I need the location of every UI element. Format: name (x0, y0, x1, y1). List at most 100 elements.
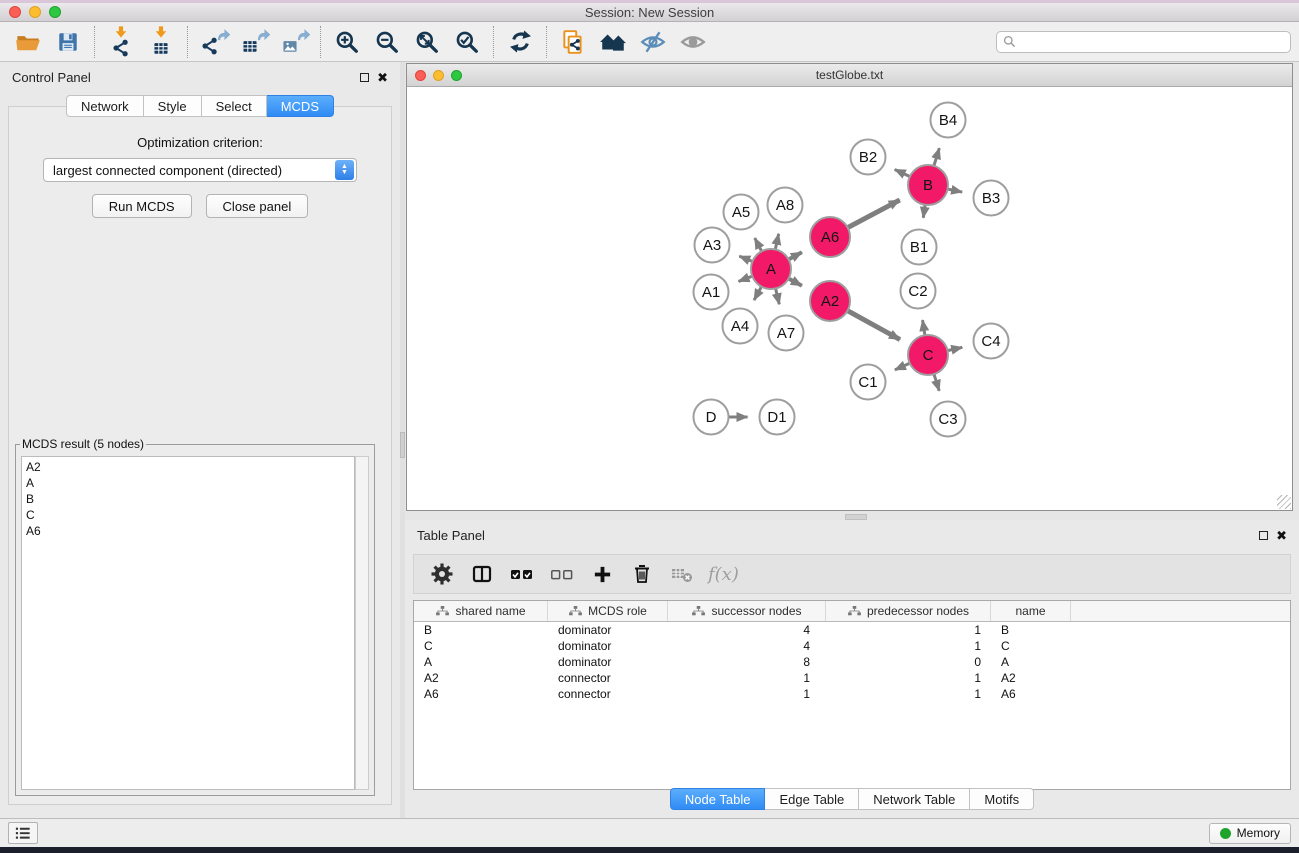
graph-node-label: B2 (859, 149, 877, 166)
zoom-selected-button[interactable] (447, 25, 487, 59)
table-cell: A6 (414, 687, 548, 701)
table-cell: A (414, 655, 548, 669)
hide-details-button[interactable] (633, 25, 673, 59)
sort-column-icon (435, 605, 450, 617)
tab-select[interactable]: Select (202, 95, 267, 117)
column-header-name[interactable]: name (991, 601, 1071, 621)
result-item[interactable]: B (26, 491, 354, 507)
mcds-result-list[interactable]: A2ABCA6 (21, 456, 355, 790)
graph-node-label: D (706, 409, 717, 426)
window-resize-grip[interactable] (1277, 495, 1291, 509)
network-window-titlebar[interactable]: testGlobe.txt (407, 64, 1292, 87)
column-header-shared-name[interactable]: shared name (414, 601, 548, 621)
float-panel-icon[interactable] (360, 73, 369, 82)
zoom-in-button[interactable] (327, 25, 367, 59)
app-title: Session: New Session (0, 5, 1299, 20)
graph-node-label: A2 (821, 293, 839, 310)
export-network-button[interactable] (194, 25, 234, 59)
export-table-button[interactable] (234, 25, 274, 59)
graph-node-label: C2 (908, 283, 927, 300)
network-canvas[interactable]: B4B2BB3A8A5A6A3B1AA1C2A2A4A7C4CC1C3DD1 (407, 87, 1292, 510)
float-table-panel-icon[interactable] (1259, 531, 1268, 540)
graph-node-label: B (923, 177, 933, 194)
function-builder-button[interactable]: f(x) (708, 564, 739, 585)
network-graph[interactable]: B4B2BB3A8A5A6A3B1AA1C2A2A4A7C4CC1C3DD1 (407, 87, 1292, 510)
delete-column-button[interactable] (624, 558, 660, 590)
tab-style[interactable]: Style (144, 95, 202, 117)
result-item[interactable]: A (26, 475, 354, 491)
result-item[interactable]: C (26, 507, 354, 523)
memory-status-icon (1220, 828, 1231, 839)
main-toolbar (0, 22, 1299, 62)
desktop-wallpaper-strip-bottom (0, 847, 1299, 853)
import-network-button[interactable] (101, 25, 141, 59)
table-cell: 1 (826, 687, 991, 701)
node-table[interactable]: shared nameMCDS rolesuccessor nodesprede… (413, 600, 1291, 790)
close-panel-button[interactable]: Close panel (206, 194, 309, 218)
close-table-panel-icon[interactable]: ✖ (1276, 531, 1287, 540)
show-column-button[interactable] (464, 558, 500, 590)
table-cell: connector (548, 671, 668, 685)
table-row[interactable]: Adominator80A (414, 654, 1290, 670)
delete-table-button[interactable] (664, 558, 700, 590)
tab-network-table[interactable]: Network Table (859, 788, 970, 810)
refresh-view-button[interactable] (500, 25, 540, 59)
table-header-row[interactable]: shared nameMCDS rolesuccessor nodesprede… (414, 601, 1290, 622)
column-header-MCDS-role[interactable]: MCDS role (548, 601, 668, 621)
table-cell: 1 (826, 671, 991, 685)
table-cell: 4 (668, 623, 826, 637)
deselect-all-button[interactable] (544, 558, 580, 590)
open-session-button[interactable] (8, 25, 48, 59)
toolbar-separator (320, 26, 321, 58)
run-mcds-button[interactable]: Run MCDS (92, 194, 192, 218)
column-header-predecessor-nodes[interactable]: predecessor nodes (826, 601, 991, 621)
graph-node-label: A6 (821, 229, 839, 246)
show-panels-list-button[interactable] (8, 822, 38, 844)
sort-column-icon (568, 605, 583, 617)
criterion-dropdown[interactable]: largest connected component (directed) ▲… (43, 158, 357, 182)
tab-edge-table[interactable]: Edge Table (765, 788, 859, 810)
new-network-from-selection-button[interactable] (553, 25, 593, 59)
import-table-button[interactable] (141, 25, 181, 59)
app-titlebar[interactable]: Session: New Session (0, 3, 1299, 22)
table-tabs: Node TableEdge TableNetwork TableMotifs (405, 788, 1299, 810)
tab-motifs[interactable]: Motifs (970, 788, 1034, 810)
memory-label: Memory (1237, 826, 1280, 840)
zoom-out-button[interactable] (367, 25, 407, 59)
search-field[interactable] (996, 31, 1291, 53)
network-window-title: testGlobe.txt (407, 68, 1292, 82)
memory-button[interactable]: Memory (1209, 823, 1291, 844)
table-settings-button[interactable] (424, 558, 460, 590)
first-neighbors-button[interactable] (593, 25, 633, 59)
table-cell: 8 (668, 655, 826, 669)
table-cell: 1 (826, 623, 991, 637)
graph-node-label: D1 (767, 409, 786, 426)
result-scrollbar[interactable] (355, 456, 369, 790)
close-panel-icon[interactable]: ✖ (377, 73, 388, 82)
tab-node-table[interactable]: Node Table (670, 788, 766, 810)
toolbar-separator (187, 26, 188, 58)
column-header-successor-nodes[interactable]: successor nodes (668, 601, 826, 621)
save-session-button[interactable] (48, 25, 88, 59)
zoom-fit-button[interactable] (407, 25, 447, 59)
table-row[interactable]: A6connector11A6 (414, 686, 1290, 702)
result-item[interactable]: A6 (26, 523, 354, 539)
network-view-window[interactable]: testGlobe.txt B4B2BB3A8A5A6A3B1AA1C2A2A4… (406, 63, 1293, 511)
table-cell: 1 (668, 687, 826, 701)
create-column-button[interactable] (584, 558, 620, 590)
graph-node-label: C4 (981, 333, 1000, 350)
table-row[interactable]: A2connector11A2 (414, 670, 1290, 686)
tab-network[interactable]: Network (66, 95, 144, 117)
result-item[interactable]: A2 (26, 459, 354, 475)
tab-mcds[interactable]: MCDS (267, 95, 334, 117)
status-bar: Memory (0, 818, 1299, 847)
table-cell: A6 (991, 687, 1071, 701)
select-all-button[interactable] (504, 558, 540, 590)
table-cell: connector (548, 687, 668, 701)
export-image-button[interactable] (274, 25, 314, 59)
show-details-button[interactable] (673, 25, 713, 59)
table-row[interactable]: Bdominator41B (414, 622, 1290, 638)
search-input[interactable] (1020, 35, 1284, 49)
table-cell: dominator (548, 655, 668, 669)
table-row[interactable]: Cdominator41C (414, 638, 1290, 654)
